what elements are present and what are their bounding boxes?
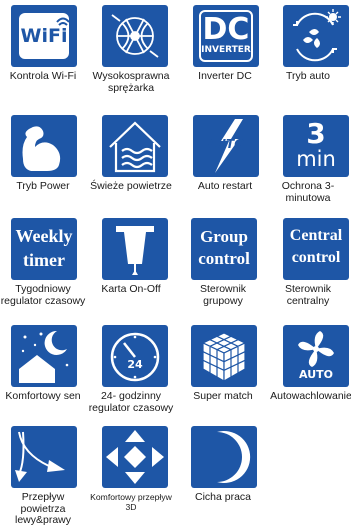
three-min-icon: 3 min [283, 115, 349, 177]
feature-label: Auto restart [197, 180, 253, 192]
group-control-icon: Group control [191, 218, 257, 280]
auto-restart-icon: AUTO [193, 115, 259, 177]
muscle-arm-icon [11, 115, 77, 177]
feature-label: Karta On-Off [101, 283, 161, 295]
card-slot-icon [102, 218, 168, 280]
auto-mode-icon [283, 5, 349, 67]
feature-label: Autowachlowanie [270, 390, 351, 402]
crescent-moon-icon [191, 426, 257, 488]
feature-label: 24- godzinny regulator czasowy [88, 390, 174, 414]
clock-24-icon: 24 [102, 325, 168, 387]
fresh-air-house-icon [102, 115, 168, 177]
four-arrows-icon [102, 426, 168, 488]
cube-grid-icon [191, 325, 257, 387]
fan-auto-icon: AUTO [283, 325, 349, 387]
feature-label: Kontrola Wi-Fi [9, 70, 77, 82]
feature-label: Inverter DC [198, 70, 252, 82]
weekly-timer-icon: Weekly timer [11, 218, 77, 280]
feature-label: Tryb auto [286, 70, 330, 82]
feature-label: Cicha praca [194, 491, 252, 503]
dc-inverter-icon: DC INVERTER [193, 5, 259, 67]
airflow-arrows-icon [11, 426, 77, 488]
feature-label: Sterownik centralny [284, 283, 332, 307]
feature-label: Przepływ powietrza lewy&prawy [14, 491, 72, 526]
feature-label: Sterownik grupowy [199, 283, 247, 307]
feature-label: Komfortowy sen [5, 390, 81, 402]
feature-label: Świeże powietrze [90, 180, 172, 192]
feature-label: Ochrona 3-minutowa [281, 180, 335, 204]
central-control-icon: Central control [283, 218, 349, 280]
night-sleep-icon [11, 325, 77, 387]
feature-label: Tygodniowy regulator czasowy [0, 283, 86, 307]
feature-label: Wysokosprawna sprężarka [92, 70, 170, 94]
feature-label: Super match [193, 390, 253, 402]
feature-label: Tryb Power [16, 180, 70, 192]
compressor-icon [102, 5, 168, 67]
feature-label: Komfortowy przepływ 3D [90, 492, 172, 512]
wifi-icon: WiFi [11, 5, 77, 67]
